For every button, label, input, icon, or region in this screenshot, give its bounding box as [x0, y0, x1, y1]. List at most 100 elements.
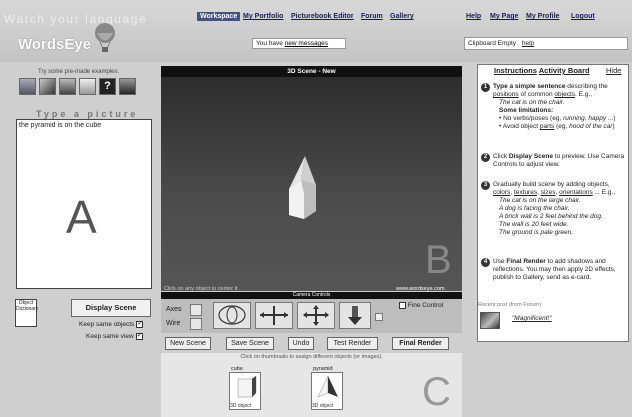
keep-view-label: Keep same view — [86, 333, 134, 341]
scene-viewport[interactable] — [161, 77, 462, 291]
parts-link[interactable]: parts — [540, 123, 554, 130]
limit1-text: No verbs/poses (eg, — [503, 115, 564, 122]
keep-objects-row: Keep same objects — [79, 319, 144, 329]
keep-view-checkbox[interactable] — [135, 331, 143, 340]
nav-my-portfolio[interactable]: My Portfolio — [243, 13, 283, 20]
limit2-example: hood of the car — [569, 123, 613, 130]
wireframe-icon[interactable] — [190, 318, 202, 330]
nav-forum[interactable]: Forum — [361, 13, 383, 20]
nav-my-profile[interactable]: My Profile — [526, 13, 559, 20]
example-1: The cat is on the large chair. — [499, 197, 581, 204]
example-thumb-4[interactable] — [79, 78, 96, 95]
textures-link[interactable]: textures — [514, 189, 537, 196]
step-3-icon: 3 — [481, 181, 490, 190]
keep-objects-checkbox[interactable] — [136, 319, 144, 328]
axes-icon[interactable] — [190, 304, 202, 316]
example-thumb-2[interactable] — [39, 78, 56, 95]
step2-text: Click — [493, 153, 509, 160]
tab-activity-board[interactable]: Activity Board — [539, 66, 590, 75]
limit2-text2: (eg, — [554, 123, 570, 130]
step1-text2: of common — [518, 91, 555, 98]
balloon-icon — [95, 23, 115, 52]
object-type: 3D object — [230, 403, 252, 409]
instructions-tabs: Instructions Activity Board — [494, 66, 590, 75]
wire-label: Wire — [166, 320, 181, 327]
messages-box: You have new messages — [252, 38, 346, 49]
pyramid-on-cube-render — [289, 156, 316, 219]
step4-text: Use — [493, 258, 507, 265]
recent-post-label: Recent post (from Forum) — [478, 302, 541, 308]
region-label-b: B — [425, 238, 452, 282]
hide-instructions-link[interactable]: Hide — [606, 66, 621, 75]
step-4-icon: 4 — [481, 258, 490, 267]
nav-help[interactable]: Help — [466, 13, 481, 20]
instruction-step-4: 4 Use Final Render to add shadows and re… — [481, 258, 627, 282]
example-2: A dog is facing the chair. — [499, 205, 570, 212]
example-3: A brick wall is 2 feet behind the dog. — [499, 213, 603, 220]
clipboard-help-link[interactable]: help — [522, 40, 534, 47]
limit2-end: ) — [612, 123, 615, 130]
fine-control-label: Fine Control — [407, 302, 444, 310]
rotate-camera-icon[interactable] — [255, 302, 293, 329]
positions-link[interactable]: positions — [493, 91, 519, 98]
object-type: 3D object — [312, 403, 334, 409]
random-example-icon[interactable]: ? — [99, 78, 116, 95]
tab-instructions[interactable]: Instructions — [494, 66, 537, 75]
new-messages-link[interactable]: new messages — [285, 40, 328, 47]
step2-display-scene: Display Scene — [508, 153, 553, 160]
logo[interactable]: WordsEye® — [18, 36, 96, 53]
zoom-camera-icon[interactable] — [339, 302, 371, 329]
keep-view-row: Keep same view — [86, 331, 143, 341]
object-dictionary-icon[interactable]: Object Dictionary — [15, 299, 39, 327]
example-4: The wall is 20 feet wide. — [499, 221, 569, 228]
limit1-end: ...) — [606, 115, 616, 122]
tagline: Watch your language — [4, 12, 148, 26]
colors-link[interactable]: colors — [493, 189, 510, 196]
nav-gallery[interactable]: Gallery — [390, 13, 414, 20]
step1-example: The cat is on the chair. — [499, 99, 565, 106]
final-render-button[interactable]: Final Render — [392, 337, 449, 350]
test-render-button[interactable]: Test Render — [327, 337, 378, 350]
region-label-c: C — [422, 370, 451, 414]
save-scene-button[interactable]: Save Scene — [226, 337, 274, 350]
premade-label: Try some pre-made examples. — [38, 69, 120, 75]
nav-picturebook-editor[interactable]: Picturebook Editor — [291, 13, 354, 20]
nav-my-page[interactable]: My Page — [490, 13, 518, 20]
fine-control-checkbox[interactable] — [399, 302, 406, 309]
limit2-text: Avoid object — [502, 123, 540, 130]
orbit-camera-icon[interactable] — [213, 302, 251, 329]
step1-text3: . E.g., — [575, 91, 593, 98]
camera-controls-title: Camera Controls — [161, 292, 462, 299]
example-thumb-3[interactable] — [59, 78, 76, 95]
recent-post-link[interactable]: "Magnificent!" — [512, 315, 552, 322]
limit1-examples: running, happy — [563, 115, 607, 122]
nav-logout[interactable]: Logout — [571, 13, 595, 20]
object-dictionary-label: Object Dictionary — [16, 300, 39, 312]
sizes-link[interactable]: sizes — [541, 189, 556, 196]
step1-lead: Type a simple sentence — [493, 83, 566, 90]
limitation-2: • Avoid object parts (eg, hood of the ca… — [499, 123, 615, 130]
nav-workspace[interactable]: Workspace — [197, 12, 241, 21]
example-thumb-6[interactable] — [119, 78, 136, 95]
keep-objects-label: Keep same objects — [79, 321, 135, 329]
clipboard-box: Clipboard Empty help — [464, 37, 628, 50]
example-5: The ground is pale green. — [499, 229, 574, 236]
dice-icon[interactable] — [375, 313, 383, 321]
fine-control-row: Fine Control — [397, 302, 443, 309]
step3-end: ... E.g., — [592, 189, 616, 196]
object-thumb-cube[interactable]: 3D object — [229, 372, 261, 410]
step1-text: describing the — [565, 83, 608, 90]
pan-camera-icon[interactable] — [297, 302, 335, 329]
object-thumb-pyramid[interactable]: 3D object — [311, 372, 343, 410]
display-scene-button[interactable]: Display Scene — [71, 299, 151, 317]
example-thumb-1[interactable] — [19, 78, 36, 95]
axes-label: Axes — [166, 306, 182, 313]
step4-final-render: Final Render — [506, 258, 546, 265]
objects-link[interactable]: objects — [554, 91, 575, 98]
step3-text: Gradually build scene by adding objects, — [493, 181, 610, 188]
orientations-link[interactable]: orientations — [559, 189, 593, 196]
undo-button[interactable]: Undo — [288, 337, 314, 350]
region-label-a: A — [66, 191, 97, 243]
recent-post-thumbnail[interactable] — [480, 312, 500, 329]
new-scene-button[interactable]: New Scene — [165, 337, 211, 350]
